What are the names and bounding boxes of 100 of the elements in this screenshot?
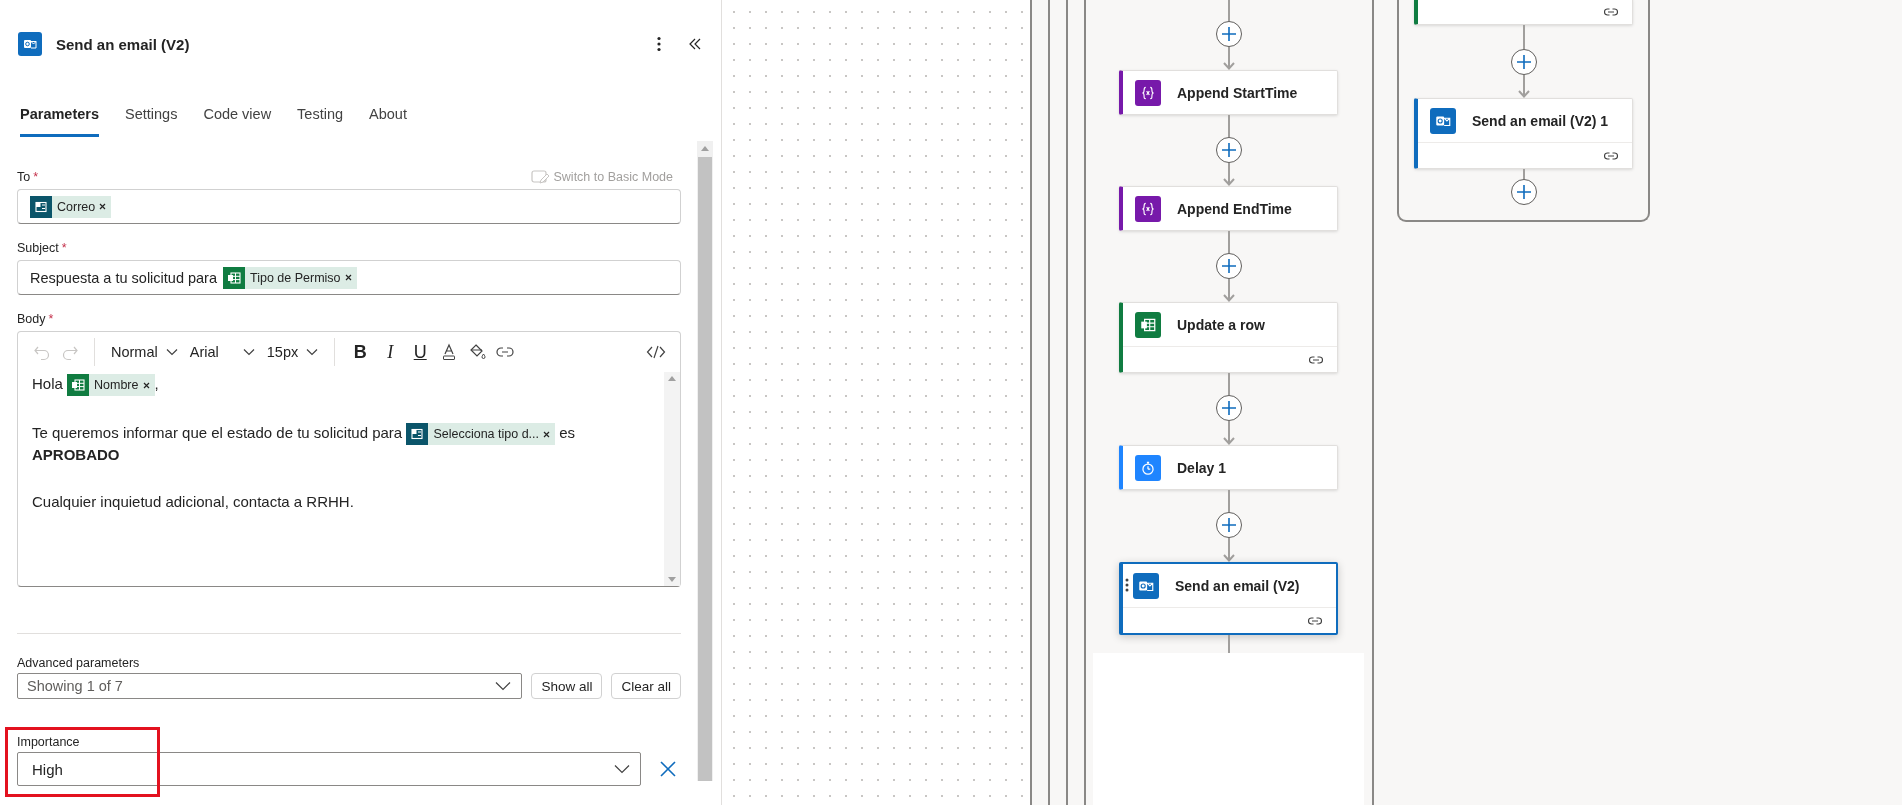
- chevron-down-icon: [306, 348, 319, 356]
- add-step-button[interactable]: [1215, 395, 1242, 421]
- italic-button[interactable]: I: [375, 338, 406, 366]
- field-label: Importance: [17, 735, 81, 749]
- remove-icon: [99, 203, 107, 210]
- scroll-down-arrow-icon: [668, 577, 676, 582]
- add-step-button[interactable]: [1510, 49, 1537, 75]
- plus-icon: [1220, 400, 1237, 416]
- close-icon: [659, 760, 677, 778]
- connector-arrow: [1517, 75, 1530, 98]
- body-text: Te queremos informar que el estado de tu solicitud para: [32, 424, 403, 442]
- more-icon: [657, 36, 661, 52]
- action-card[interactable]: [1414, 0, 1633, 25]
- drag-handle-icon[interactable]: [1125, 578, 1129, 592]
- input-field[interactable]: Correo: [17, 189, 681, 224]
- action-card[interactable]: Update a row: [1119, 302, 1338, 373]
- connector-line: [1227, 0, 1230, 21]
- option-button[interactable]: Show all: [531, 673, 603, 699]
- required-mark: *: [61, 241, 67, 255]
- required-mark: *: [33, 170, 39, 184]
- card-title: Append StartTime: [1177, 84, 1298, 101]
- connector-arrow: [1222, 421, 1235, 445]
- chevron-down-icon: [242, 348, 255, 356]
- connector-arrow: [1222, 538, 1235, 562]
- advanced-parameters-dropdown[interactable]: Showing 1 of 7: [17, 673, 523, 699]
- connector-line: [1522, 25, 1525, 49]
- email-body-editor[interactable]: Hola Nombre , Te queremos informar que el estado de tu solicitud para Selecciona tipo d... es APROBADO Cualquier inquietud adicional, contacta a RRHH.: [18, 372, 664, 586]
- variable-icon: [1135, 195, 1161, 222]
- underline-button[interactable]: U: [405, 338, 436, 366]
- importance-dropdown[interactable]: High: [17, 752, 641, 786]
- add-step-button[interactable]: [1510, 179, 1537, 205]
- field-text: Respuesta a tu solicitud para: [30, 269, 217, 286]
- tab[interactable]: Parameters: [20, 106, 99, 137]
- connector-arrow: [1222, 279, 1235, 302]
- field-label: Advanced parameters: [17, 656, 141, 670]
- plus-icon: [1220, 142, 1237, 158]
- scrollbar[interactable]: [697, 141, 713, 781]
- body-text: ,: [154, 375, 159, 392]
- body-text: Hola: [32, 375, 63, 392]
- action-card[interactable]: Send an email (V2): [1119, 562, 1338, 635]
- action-card[interactable]: Send an email (V2) 1: [1414, 98, 1633, 169]
- mail-icon: [18, 32, 42, 56]
- add-step-button[interactable]: [1215, 137, 1242, 163]
- font-size-dropdown[interactable]: 15px: [260, 338, 325, 366]
- bold-button[interactable]: B: [345, 338, 376, 366]
- paint-bucket-icon: [468, 343, 487, 361]
- add-step-button[interactable]: [1215, 253, 1242, 279]
- double-chevron-left-icon: [687, 36, 703, 52]
- scroll-up-arrow-icon: [668, 376, 676, 381]
- mail-icon: [1133, 572, 1159, 599]
- more-options-button[interactable]: [655, 34, 663, 54]
- stopwatch-icon: [1135, 454, 1161, 481]
- scrollbar[interactable]: [664, 372, 680, 586]
- spreadsheet-icon: [1135, 311, 1161, 338]
- font-dropdown[interactable]: Arial: [183, 338, 261, 366]
- action-card[interactable]: Delay 1: [1119, 445, 1338, 490]
- input-field[interactable]: Respuesta a tu solicitud para Tipo de Permiso: [17, 260, 681, 295]
- connector-line: [1522, 169, 1525, 179]
- tab[interactable]: Settings: [125, 106, 178, 137]
- action-card[interactable]: Append EndTime: [1119, 186, 1338, 231]
- card-title: Send an email (V2): [1175, 577, 1300, 594]
- mail-icon: [1430, 107, 1456, 134]
- connector-line: [1227, 490, 1230, 512]
- dynamic-content-token[interactable]: Correo: [30, 195, 112, 218]
- tab[interactable]: Code view: [203, 106, 272, 137]
- card-title: Delay 1: [1177, 459, 1227, 476]
- card-title: Append EndTime: [1177, 200, 1292, 217]
- code-icon: [646, 343, 666, 361]
- tab[interactable]: About: [369, 106, 407, 137]
- field-label: Body: [17, 312, 46, 326]
- paragraph-style-dropdown[interactable]: Normal: [105, 338, 184, 366]
- connector-line: [1227, 115, 1230, 137]
- plus-icon: [1515, 54, 1532, 70]
- remove-icon: [543, 430, 550, 438]
- required-mark: *: [48, 312, 54, 326]
- card-title: Update a row: [1177, 316, 1265, 333]
- connector-arrow: [1222, 47, 1235, 70]
- field-label: Subject: [17, 241, 59, 255]
- edit-icon: [530, 169, 549, 185]
- field-label: To: [17, 170, 31, 184]
- plus-icon: [1220, 258, 1237, 274]
- connector-line: [1227, 231, 1230, 253]
- add-step-button[interactable]: [1215, 512, 1242, 538]
- chevron-down-icon: [614, 764, 630, 774]
- tab[interactable]: Testing: [297, 106, 344, 137]
- dynamic-content-token[interactable]: Nombre: [67, 374, 155, 397]
- dynamic-content-token[interactable]: Selecciona tipo d...: [406, 423, 555, 446]
- dynamic-content-token[interactable]: Tipo de Permiso: [223, 266, 357, 289]
- bold-text: APROBADO: [32, 446, 120, 464]
- connector-line: [1227, 635, 1230, 653]
- chevron-down-icon: [495, 681, 512, 691]
- connector-arrow: [1222, 163, 1235, 186]
- remove-icon: [344, 274, 352, 281]
- body-text: Cualquier inquietud adicional, contacta a RRHH.: [32, 493, 354, 511]
- action-card[interactable]: Append StartTime: [1119, 70, 1338, 115]
- connector-line: [1227, 373, 1230, 395]
- variable-icon: [1135, 79, 1161, 106]
- scroll-up-arrow-icon: [701, 145, 709, 151]
- add-step-button[interactable]: [1215, 21, 1242, 47]
- option-button[interactable]: Clear all: [611, 673, 681, 699]
